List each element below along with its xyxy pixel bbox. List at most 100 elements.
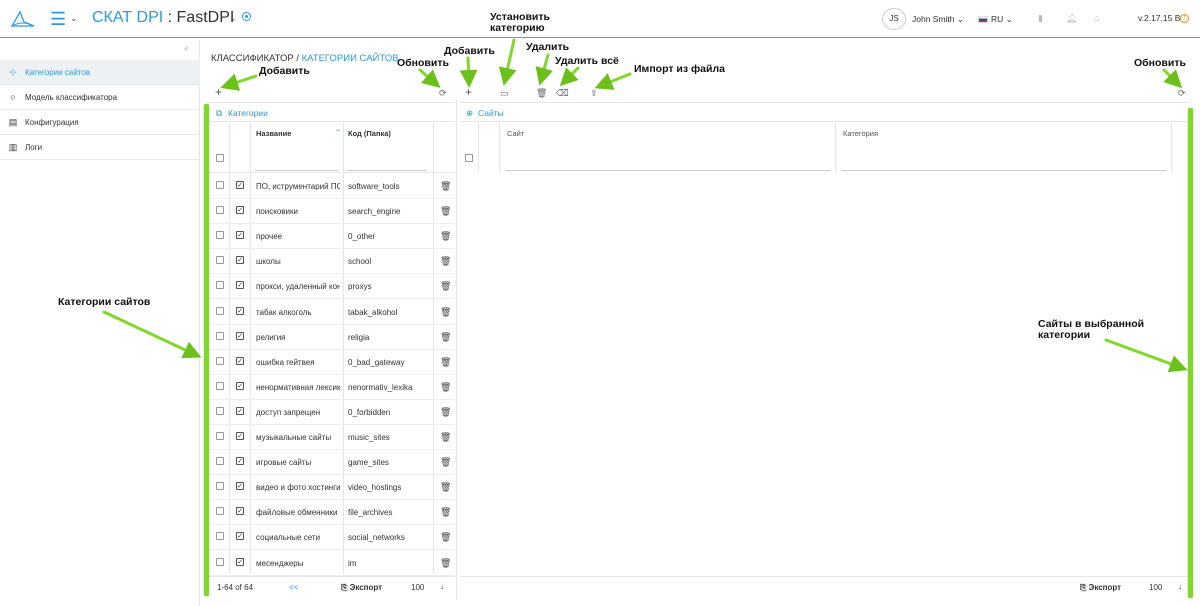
row-enabled-checkbox[interactable]: ✓ [236, 532, 244, 540]
delete-icon[interactable]: 🗑︎ [536, 87, 547, 99]
row-select-checkbox[interactable] [216, 382, 224, 390]
row-enabled-checkbox[interactable]: ✓ [236, 206, 244, 214]
avatar[interactable]: JS [882, 8, 906, 30]
menu-icon[interactable]: ☰ [50, 10, 66, 28]
row-select-checkbox[interactable] [216, 558, 224, 566]
set-category-icon[interactable]: ▭ [500, 87, 509, 99]
row-enabled-checkbox[interactable]: ✓ [236, 231, 244, 239]
app-title: СКАТ DPI : FastDPI [92, 9, 235, 26]
trash-icon[interactable]: 🗑︎ [440, 181, 451, 192]
row-select-checkbox[interactable] [216, 507, 224, 515]
trash-icon[interactable]: 🗑︎ [440, 307, 451, 318]
category-name: месенджеры [256, 559, 304, 568]
row-select-checkbox[interactable] [216, 407, 224, 415]
sidebar-item-site-categories[interactable]: ⊹ Категории сайтов [0, 60, 200, 85]
trash-icon[interactable]: 🗑︎ [440, 357, 451, 368]
sidebar-item-logs[interactable]: ▥ Логи [0, 135, 200, 160]
language-select[interactable]: RU ⌄ [978, 14, 1013, 25]
arrow-down-icon[interactable]: ↓ [440, 582, 444, 591]
delete-all-icon[interactable]: ⌫ [556, 87, 569, 99]
select-all-sites-checkbox[interactable] [465, 154, 473, 162]
page-size-select[interactable]: 100 [411, 583, 424, 592]
trash-icon[interactable]: 🗑︎ [440, 407, 451, 418]
stats-icon[interactable]: ▮ [1038, 13, 1048, 23]
col-header-name[interactable]: Название [256, 129, 291, 138]
trash-icon[interactable]: 🗑︎ [440, 558, 451, 569]
bell-icon[interactable]: 🔔︎ [1066, 13, 1077, 23]
product-info-icon[interactable] [242, 12, 251, 21]
home-icon[interactable]: ⌂ [1094, 13, 1104, 23]
row-enabled-checkbox[interactable]: ✓ [236, 482, 244, 490]
trash-icon[interactable]: 🗑︎ [440, 382, 451, 393]
trash-icon[interactable]: 🗑︎ [440, 482, 451, 493]
row-select-checkbox[interactable] [216, 206, 224, 214]
row-enabled-checkbox[interactable]: ✓ [236, 507, 244, 515]
warning-icon[interactable]: ! [1180, 14, 1190, 24]
row-enabled-checkbox[interactable]: ✓ [236, 281, 244, 289]
product-name[interactable]: FastDPI [177, 9, 235, 26]
category-name: социальные сети [256, 533, 321, 542]
import-file-icon[interactable]: ⇪ [590, 87, 598, 99]
row-enabled-checkbox[interactable]: ✓ [236, 407, 244, 415]
site-filter-input[interactable] [505, 170, 831, 171]
row-select-checkbox[interactable] [216, 181, 224, 189]
row-select-checkbox[interactable] [216, 281, 224, 289]
export-categories-button[interactable]: ⎘ Экспорт [341, 583, 382, 593]
trash-icon[interactable]: 🗑︎ [440, 281, 451, 292]
panel-splitter[interactable] [456, 100, 457, 600]
row-enabled-checkbox[interactable]: ✓ [236, 457, 244, 465]
select-all-checkbox[interactable] [216, 154, 224, 162]
arrow-down-icon[interactable]: ↓ [1178, 582, 1182, 591]
product-chevron-icon[interactable]: ⌄ [229, 13, 237, 24]
row-enabled-checkbox[interactable]: ✓ [236, 558, 244, 566]
row-enabled-checkbox[interactable]: ✓ [236, 432, 244, 440]
trash-icon[interactable]: 🗑︎ [440, 532, 451, 543]
trash-icon[interactable]: 🗑︎ [440, 507, 451, 518]
row-enabled-checkbox[interactable]: ✓ [236, 181, 244, 189]
category-code: im [348, 559, 357, 568]
export-icon: ⎘ [341, 583, 350, 592]
trash-icon[interactable]: 🗑︎ [440, 332, 451, 343]
trash-icon[interactable]: 🗑︎ [440, 256, 451, 267]
annotation-refresh-left: Обновить [397, 57, 449, 69]
trash-icon[interactable]: 🗑︎ [440, 457, 451, 468]
trash-icon[interactable]: 🗑︎ [440, 231, 451, 242]
row-select-checkbox[interactable] [216, 307, 224, 315]
row-select-checkbox[interactable] [216, 357, 224, 365]
refresh-sites-icon[interactable]: ⟳ [1178, 87, 1186, 99]
category-filter-input[interactable] [841, 170, 1167, 171]
row-select-checkbox[interactable] [216, 457, 224, 465]
refresh-categories-icon[interactable]: ⟳ [439, 87, 447, 99]
trash-icon[interactable]: 🗑︎ [440, 432, 451, 443]
sidebar-item-configuration[interactable]: ▤ Конфигурация [0, 110, 200, 135]
row-select-checkbox[interactable] [216, 256, 224, 264]
row-enabled-checkbox[interactable]: ✓ [236, 332, 244, 340]
row-enabled-checkbox[interactable]: ✓ [236, 256, 244, 264]
row-select-checkbox[interactable] [216, 482, 224, 490]
sidebar-item-classifier-model[interactable]: ○ Модель классификатора [0, 85, 200, 110]
row-enabled-checkbox[interactable]: ✓ [236, 382, 244, 390]
user-menu[interactable]: John Smith ⌄ [912, 14, 964, 25]
export-sites-button[interactable]: ⎘ Экспорт [1080, 583, 1121, 593]
row-select-checkbox[interactable] [216, 332, 224, 340]
skat-logo-icon[interactable] [10, 8, 36, 30]
row-select-checkbox[interactable] [216, 432, 224, 440]
add-site-button[interactable]: + [465, 86, 472, 98]
sites-page-size-select[interactable]: 100 [1149, 583, 1162, 592]
sort-asc-icon[interactable]: ⌃ [335, 128, 341, 137]
name-filter-input[interactable] [255, 170, 339, 171]
code-filter-input[interactable] [347, 170, 427, 171]
trash-icon[interactable]: 🗑︎ [440, 206, 451, 217]
add-category-button[interactable]: + [215, 86, 222, 98]
first-page-button[interactable]: << [289, 583, 298, 592]
col-header-code[interactable]: Код (Папка) [348, 129, 391, 138]
annotation-add-left: Добавить [259, 65, 310, 77]
col-header-site[interactable]: Сайт [507, 129, 524, 138]
row-enabled-checkbox[interactable]: ✓ [236, 357, 244, 365]
chevron-down-icon[interactable]: ⌄ [70, 13, 78, 24]
row-select-checkbox[interactable] [216, 532, 224, 540]
collapse-sidebar-icon[interactable]: « [184, 44, 188, 53]
col-header-category[interactable]: Категория [843, 129, 878, 138]
row-enabled-checkbox[interactable]: ✓ [236, 307, 244, 315]
row-select-checkbox[interactable] [216, 231, 224, 239]
